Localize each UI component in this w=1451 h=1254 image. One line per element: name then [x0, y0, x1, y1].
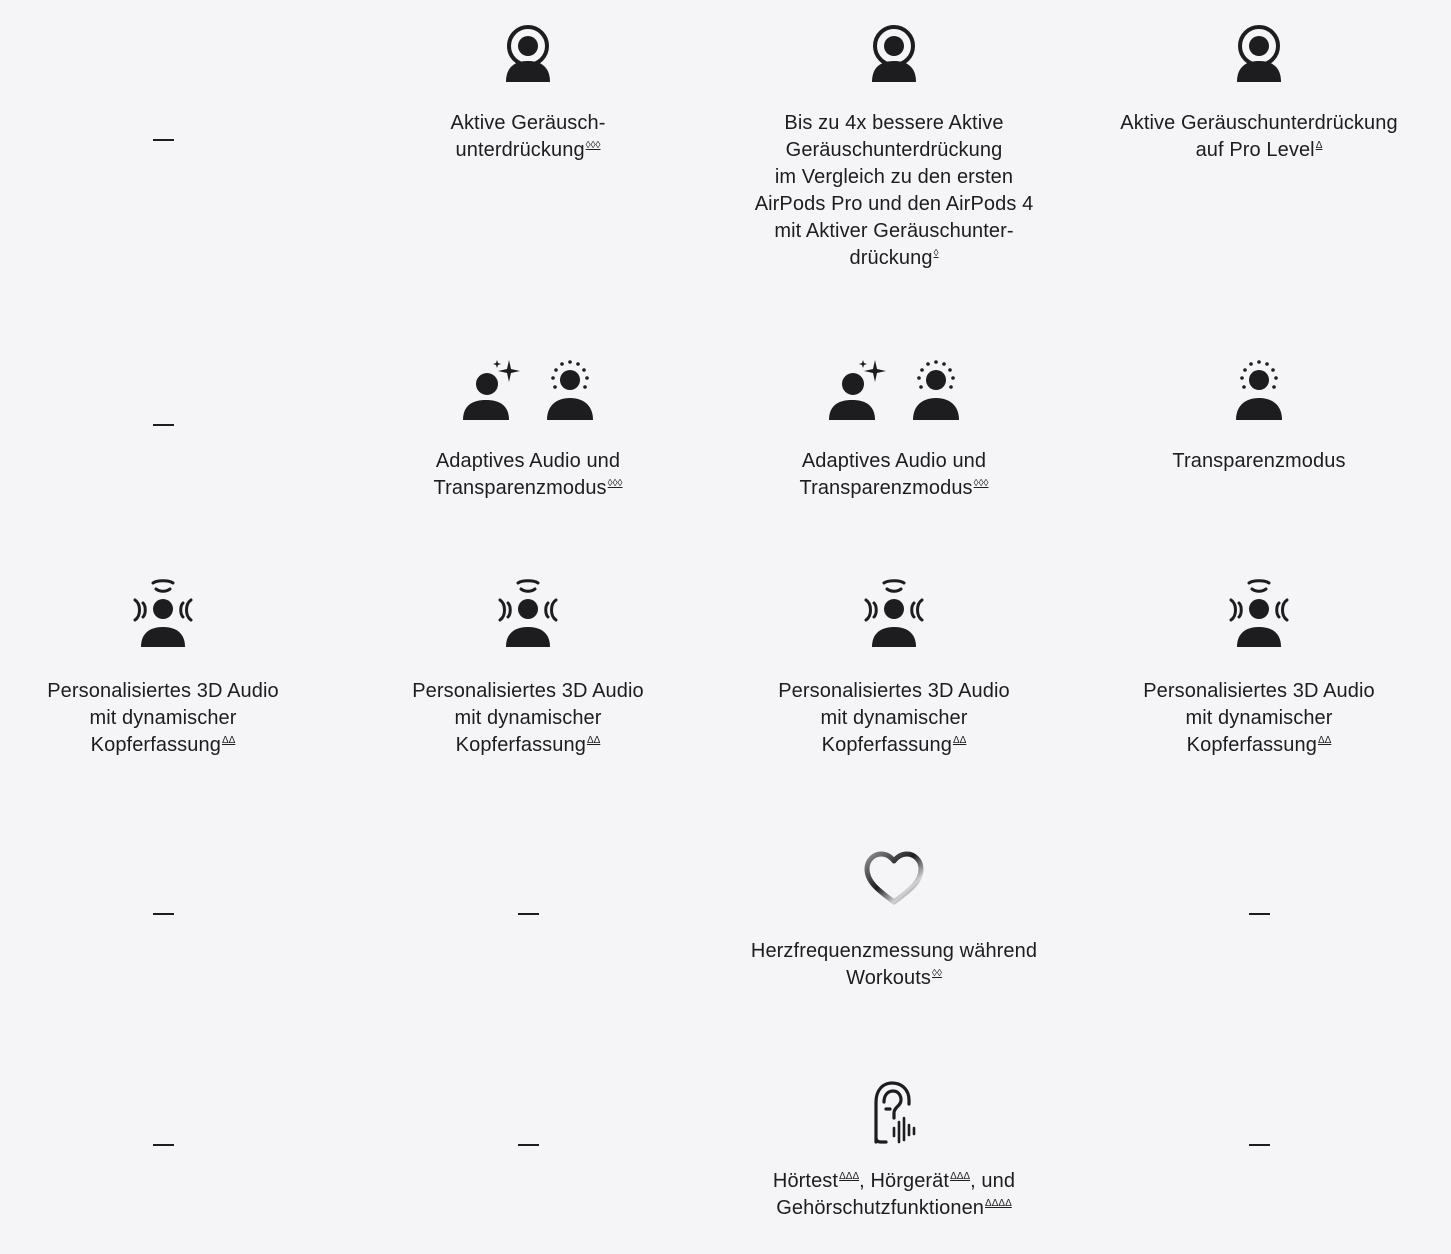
feature-cell: Aktive Geräusch- unterdrückung◊◊◊ — [358, 22, 698, 164]
feature-label: , und — [970, 1170, 1016, 1192]
person-spatial-audio-icon — [133, 579, 193, 647]
feature-label: Adaptives Audio und — [801, 450, 987, 472]
person-with-halo-icon — [506, 25, 550, 82]
person-sparkle-icon — [463, 360, 520, 420]
person-sparkle-icon — [829, 360, 886, 420]
feature-label: mit dynamischer — [89, 707, 237, 729]
person-with-halo-icon — [1237, 25, 1281, 82]
footnote-link[interactable]: ◊◊◊ — [608, 478, 623, 489]
person-dotted-ring-icon — [1236, 360, 1282, 420]
feature-label: mit dynamischer — [820, 707, 968, 729]
feature-cell: Bis zu 4x bessere Aktive Geräuschunterdr… — [724, 22, 1064, 272]
feature-label: Kopferfassung — [455, 734, 586, 756]
footnote-link[interactable]: ΔΔ — [222, 735, 235, 746]
feature-cell: Personalisiertes 3D Audio mit dynamische… — [0, 578, 333, 759]
not-available-dash — [153, 913, 174, 915]
feature-label: Aktive Geräuschunterdrückung — [1120, 112, 1398, 134]
feature-label: im Vergleich zu den ersten — [774, 166, 1014, 188]
feature-label: Personalisiertes 3D Audio — [778, 680, 1010, 702]
feature-label: drückung — [849, 247, 933, 269]
feature-label: Aktive Geräusch- — [450, 112, 606, 134]
footnote-link[interactable]: ◊◊◊ — [974, 478, 989, 489]
feature-label: , Hörgerät — [859, 1170, 950, 1192]
feature-label: Kopferfassung — [821, 734, 952, 756]
not-available-dash — [518, 1144, 539, 1146]
feature-label: Personalisiertes 3D Audio — [1143, 680, 1375, 702]
feature-cell: Adaptives Audio und Transparenzmodus◊◊◊ — [724, 358, 1064, 502]
ear-waveform-icon — [874, 1081, 916, 1144]
feature-label: Personalisiertes 3D Audio — [412, 680, 644, 702]
feature-label: Gehörschutzfunktionen — [776, 1197, 985, 1219]
footnote-link[interactable]: ΔΔΔ — [950, 1171, 970, 1182]
person-dotted-ring-icon — [547, 360, 593, 420]
footnote-link[interactable]: ΔΔΔΔ — [985, 1198, 1012, 1209]
feature-label: Transparenzmodus — [433, 477, 607, 499]
feature-label: Geräuschunterdrückung — [785, 139, 1003, 161]
feature-label: mit dynamischer — [454, 707, 602, 729]
feature-label: Bis zu 4x bessere Aktive — [784, 112, 1004, 134]
feature-label: Transparenzmodus — [1172, 450, 1346, 472]
footnote-link[interactable]: ◊ — [934, 248, 939, 259]
feature-label: Adaptives Audio und — [435, 450, 621, 472]
person-spatial-audio-icon — [498, 579, 558, 647]
feature-cell: Personalisiertes 3D Audio mit dynamische… — [1089, 578, 1429, 759]
not-available-dash — [153, 424, 174, 426]
footnote-link[interactable]: ΔΔ — [953, 735, 966, 746]
person-spatial-audio-icon — [864, 579, 924, 647]
person-spatial-audio-icon — [1229, 579, 1289, 647]
person-dotted-ring-icon — [913, 360, 959, 420]
feature-label: Hörtest — [772, 1170, 839, 1192]
footnote-link[interactable]: ΔΔ — [587, 735, 600, 746]
footnote-link[interactable]: ◊◊ — [932, 968, 942, 979]
feature-cell: Transparenzmodus — [1089, 358, 1429, 475]
comparison-grid: Aktive Geräusch- unterdrückung◊◊◊ Bis zu… — [0, 0, 1451, 1254]
footnote-link[interactable]: ΔΔΔ — [839, 1171, 859, 1182]
footnote-link[interactable]: Δ — [1316, 140, 1323, 151]
feature-cell: Adaptives Audio und Transparenzmodus◊◊◊ — [358, 358, 698, 502]
not-available-dash — [1249, 913, 1270, 915]
feature-label: Kopferfassung — [90, 734, 221, 756]
footnote-link[interactable]: ◊◊◊ — [586, 140, 601, 151]
heart-outline-icon — [864, 851, 924, 905]
not-available-dash — [153, 139, 174, 141]
feature-label: Transparenzmodus — [799, 477, 973, 499]
feature-label: unterdrückung — [455, 139, 585, 161]
feature-label: mit dynamischer — [1185, 707, 1333, 729]
feature-cell: Personalisiertes 3D Audio mit dynamische… — [724, 578, 1064, 759]
feature-cell: HörtestΔΔΔ, HörgerätΔΔΔ, und Gehörschutz… — [724, 1080, 1064, 1222]
footnote-link[interactable]: ΔΔ — [1318, 735, 1331, 746]
feature-label: mit Aktiver Geräuschunter- — [774, 220, 1014, 242]
feature-label: auf Pro Level — [1195, 139, 1315, 161]
feature-cell: Aktive Geräuschunterdrückung auf Pro Lev… — [1089, 22, 1429, 164]
not-available-dash — [518, 913, 539, 915]
not-available-dash — [153, 1144, 174, 1146]
not-available-dash — [1249, 1144, 1270, 1146]
feature-label: Personalisiertes 3D Audio — [47, 680, 279, 702]
feature-label: Workouts — [846, 967, 931, 989]
feature-label: Kopferfassung — [1186, 734, 1317, 756]
feature-cell: Personalisiertes 3D Audio mit dynamische… — [358, 578, 698, 759]
feature-cell: Herzfrequenzmessung während Workouts◊◊ — [724, 850, 1064, 992]
feature-label: AirPods Pro und den AirPods 4 — [754, 193, 1034, 215]
person-with-halo-icon — [872, 25, 916, 82]
feature-label: Herzfrequenzmessung während — [750, 940, 1038, 962]
